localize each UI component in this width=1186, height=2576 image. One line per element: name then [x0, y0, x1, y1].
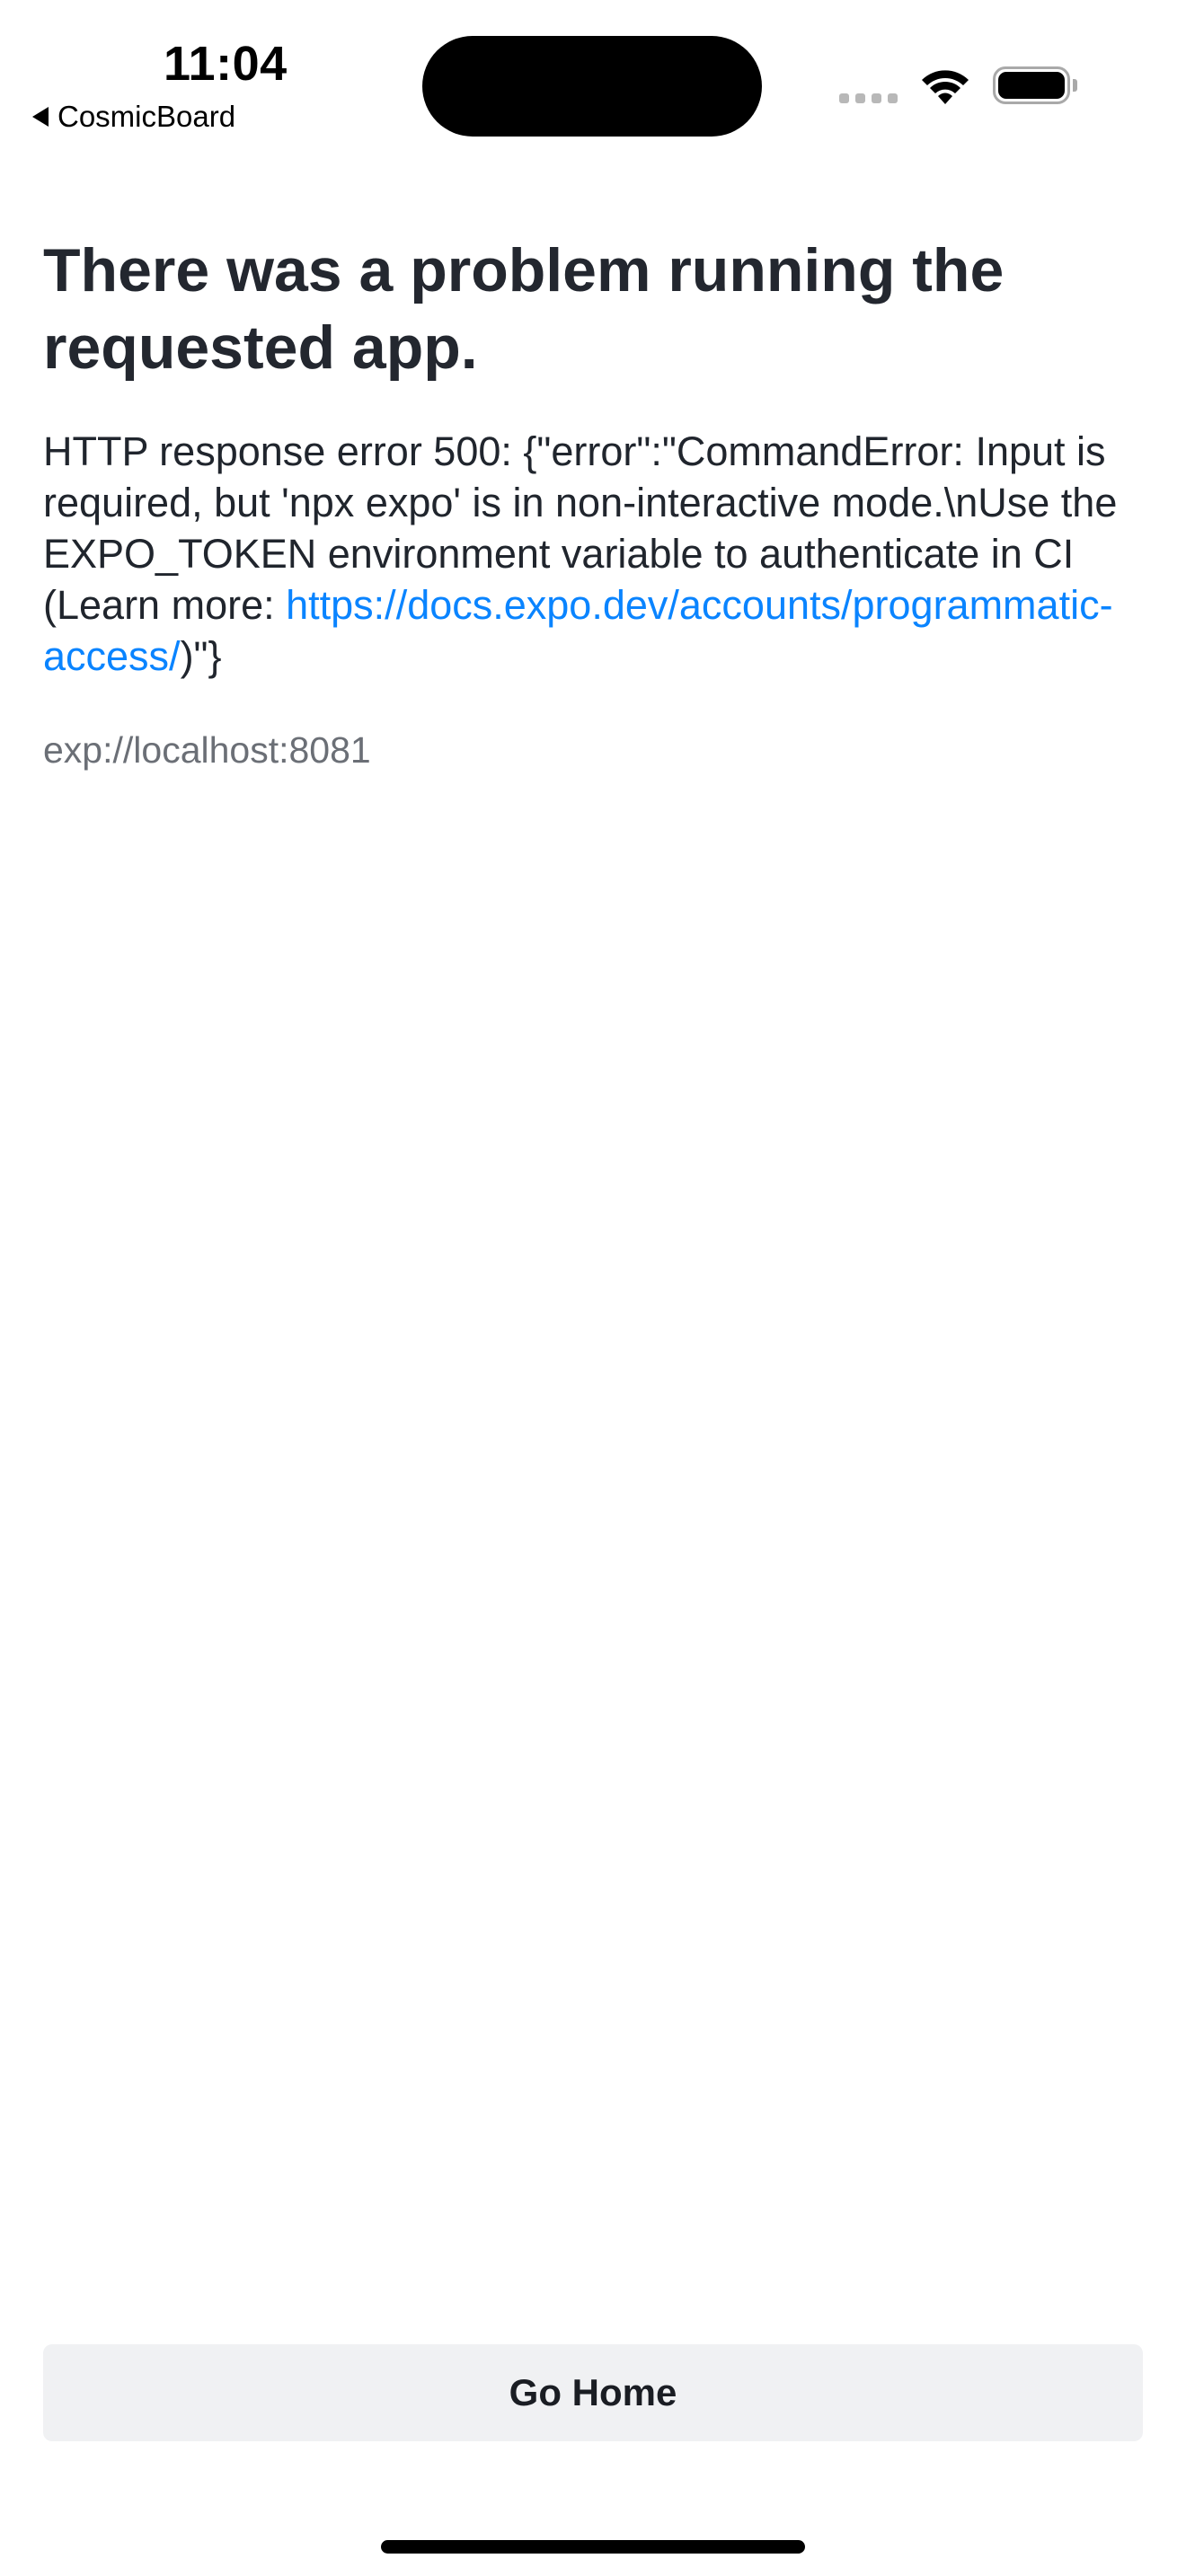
back-to-app-button[interactable]: CosmicBoard: [32, 99, 235, 135]
back-app-label: CosmicBoard: [58, 100, 236, 133]
error-message-suffix: )"}: [180, 633, 222, 679]
app-url: exp://localhost:8081: [43, 729, 371, 771]
error-title: There was a problem running the requeste…: [43, 236, 1005, 382]
dynamic-island: [422, 36, 762, 137]
battery-cap: [1073, 79, 1077, 92]
cellular-signal-icon: [839, 93, 898, 103]
back-arrow-icon: [32, 107, 49, 127]
go-home-button[interactable]: Go Home: [43, 2344, 1143, 2441]
status-time: 11:04: [164, 37, 288, 91]
battery-icon: [993, 66, 1070, 104]
screen: 11:04 CosmicBoard There was a problem ru…: [0, 0, 1186, 2576]
wifi-icon: [922, 70, 969, 104]
error-message: HTTP response error 500: {"error":"Comma…: [43, 426, 1121, 682]
home-indicator[interactable]: [381, 2540, 805, 2554]
